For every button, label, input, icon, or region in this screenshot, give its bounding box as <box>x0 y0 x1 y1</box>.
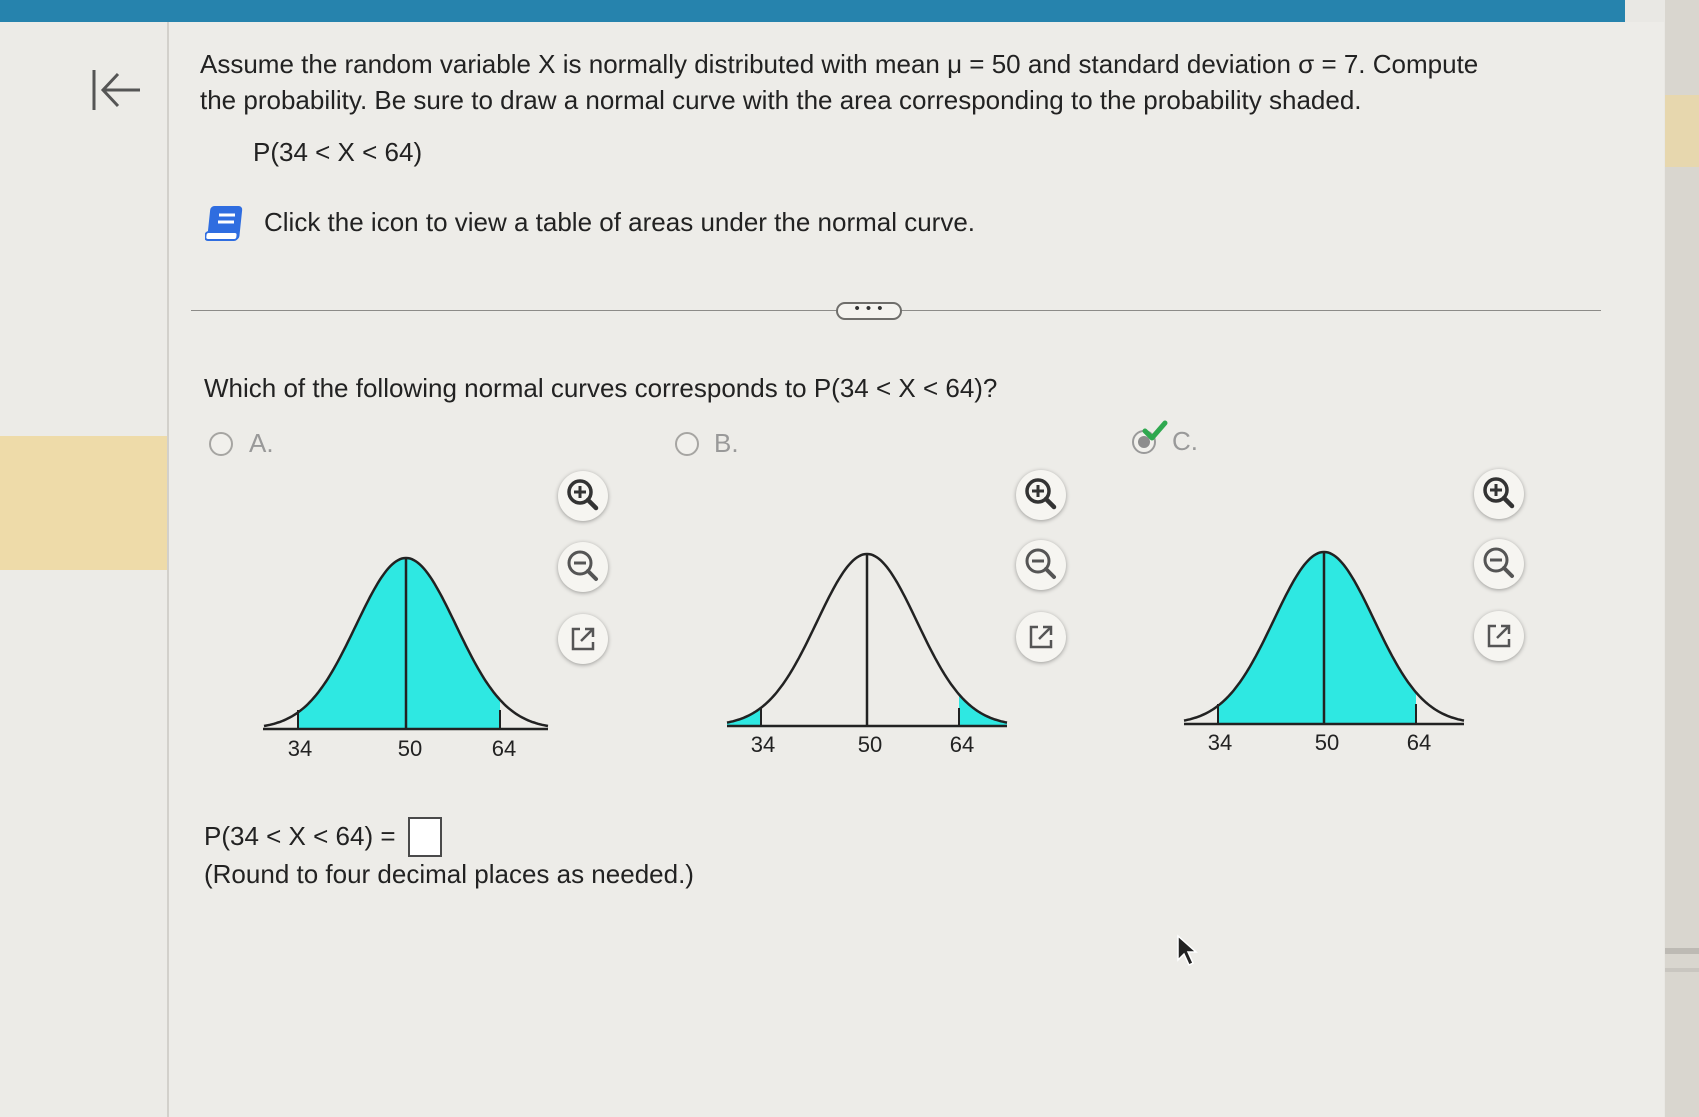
table-link-text[interactable]: Click the icon to view a table of areas … <box>264 204 975 240</box>
zoom-in-icon <box>1483 477 1515 509</box>
rounding-instruction: (Round to four decimal places as needed.… <box>204 859 694 889</box>
top-bar <box>0 0 1625 22</box>
option-c-tick-64: 64 <box>1407 730 1431 755</box>
option-c-curve: 34 50 64 <box>1183 550 1465 755</box>
zoom-out-icon <box>1025 548 1056 579</box>
probability-expression: P(34 < X < 64) <box>253 137 423 167</box>
zoom-out-icon <box>1483 547 1514 578</box>
mouse-cursor-icon <box>1177 934 1198 967</box>
show-more-button[interactable]: • • • <box>836 301 902 320</box>
right-edge-strip <box>1665 0 1699 1117</box>
zoom-in-icon <box>1025 478 1057 510</box>
option-a-zoom-in-button[interactable] <box>558 471 608 521</box>
option-a-label[interactable]: A. <box>249 428 274 458</box>
zoom-in-icon <box>567 479 599 511</box>
option-b-tick-64: 64 <box>950 732 974 757</box>
option-a-tick-34: 34 <box>288 736 312 761</box>
answer-input[interactable] <box>408 817 442 857</box>
option-a-tick-50: 50 <box>398 736 422 761</box>
collapse-panel-button[interactable] <box>88 62 146 118</box>
external-link-icon <box>571 627 595 651</box>
option-b-label[interactable]: B. <box>714 428 739 458</box>
option-b-zoom-out-button[interactable] <box>1016 540 1066 590</box>
answer-prompt: P(34 < X < 64) = <box>204 821 396 851</box>
option-b-radio[interactable] <box>675 432 699 456</box>
normal-table-link[interactable] <box>204 202 249 246</box>
current-question-highlight <box>0 436 167 570</box>
option-a-radio[interactable] <box>209 432 233 456</box>
option-a-open-new-window-button[interactable] <box>558 614 608 664</box>
option-c-open-new-window-button[interactable] <box>1474 611 1524 661</box>
book-icon <box>204 206 243 241</box>
option-c-label[interactable]: C. <box>1172 426 1198 456</box>
option-a-tick-64: 64 <box>492 736 516 761</box>
back-arrow-icon <box>92 70 140 110</box>
option-c-tick-34: 34 <box>1208 730 1232 755</box>
option-c-shaded-area <box>1218 552 1416 724</box>
left-panel <box>0 22 169 1117</box>
zoom-out-icon <box>567 550 598 581</box>
option-b-curve: 34 50 64 <box>726 552 1008 757</box>
external-link-icon <box>1487 624 1511 648</box>
option-a-shaded-area <box>298 558 500 729</box>
option-b-open-new-window-button[interactable] <box>1016 612 1066 662</box>
check-icon <box>1142 420 1168 441</box>
part-prompt: Which of the following normal curves cor… <box>204 373 998 403</box>
option-b-zoom-in-button[interactable] <box>1016 470 1066 520</box>
option-b-tick-50: 50 <box>858 732 882 757</box>
question-line-1: Assume the random variable X is normally… <box>200 49 1479 79</box>
option-a-curve: 34 50 64 <box>263 556 549 761</box>
external-link-icon <box>1029 625 1053 649</box>
option-c-zoom-out-button[interactable] <box>1474 539 1524 589</box>
option-c-zoom-in-button[interactable] <box>1474 469 1524 519</box>
option-a-zoom-out-button[interactable] <box>558 542 608 592</box>
option-c-tick-50: 50 <box>1315 730 1339 755</box>
question-line-2: the probability. Be sure to draw a norma… <box>200 85 1362 115</box>
option-b-tick-34: 34 <box>751 732 775 757</box>
